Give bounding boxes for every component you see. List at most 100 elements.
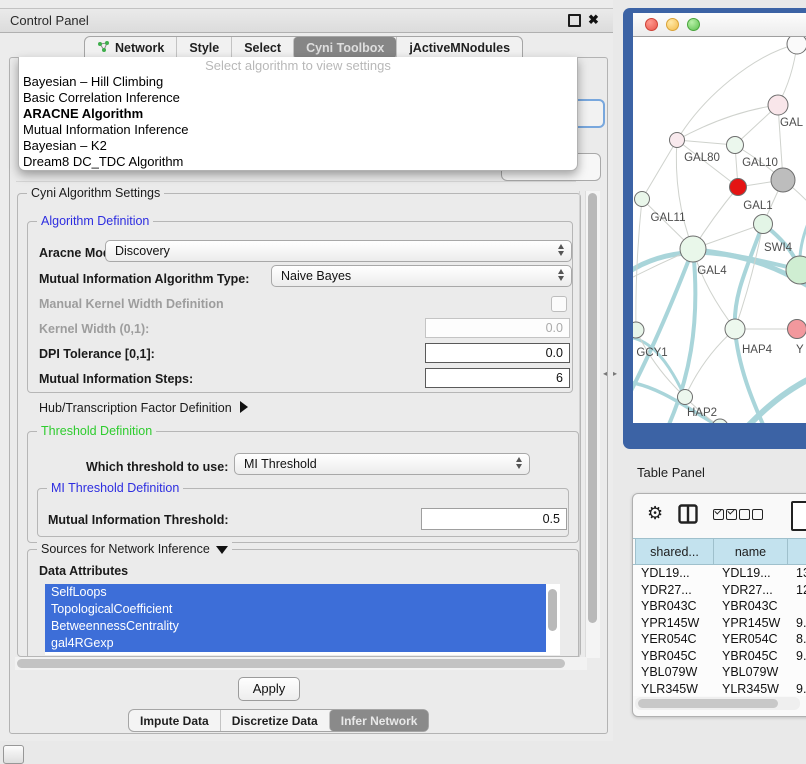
splitter-collapse-icon[interactable]: ◂	[603, 369, 607, 378]
network-node[interactable]	[754, 215, 773, 234]
gear-icon[interactable]: ⚙	[647, 503, 663, 524]
column-header-shared[interactable]: shared...	[635, 539, 714, 564]
restore-panel-icon[interactable]	[3, 745, 24, 764]
attribute-item-betweennesscentrality[interactable]: BetweennessCentrality	[45, 618, 546, 635]
network-node[interactable]	[786, 256, 806, 284]
new-table-icon[interactable]	[791, 501, 806, 531]
table-cell: YBR043C	[714, 598, 788, 615]
table-row[interactable]: YDL19...YDL19...13	[633, 565, 806, 582]
scrollbar-thumb[interactable]	[17, 659, 565, 668]
close-panel-icon[interactable]: ✖	[588, 11, 599, 28]
algorithm-option-bayesian-hill-climbing[interactable]: Bayesian – Hill Climbing	[19, 74, 577, 90]
table-row[interactable]: YBL079WYBL079W	[633, 664, 806, 681]
panel-title: Control Panel	[0, 13, 89, 28]
table-panel-titlebar: Table Panel	[620, 457, 806, 487]
collapsed-arrow-icon	[240, 401, 248, 413]
tab-select[interactable]: Select	[231, 37, 293, 59]
network-node[interactable]	[788, 320, 806, 339]
mi-steps-input[interactable]: 6	[425, 368, 570, 388]
network-node[interactable]	[678, 390, 693, 405]
tab-label: Select	[244, 41, 281, 55]
close-window-icon[interactable]	[645, 18, 658, 31]
apply-button[interactable]: Apply	[238, 677, 300, 701]
network-canvas[interactable]: GALGAL80GAL10GAL1GAL11SWI4GAL4HAP4YGCY1H…	[633, 37, 806, 423]
table-row[interactable]: YBR045CYBR045C9.	[633, 648, 806, 665]
manual-kernel-width-checkbox[interactable]	[551, 296, 567, 312]
mi-threshold-label: Mutual Information Threshold:	[48, 513, 229, 527]
tab-network[interactable]: Network	[85, 37, 176, 59]
node-label-gal11: GAL11	[651, 212, 686, 224]
network-node[interactable]	[725, 319, 745, 339]
hub-definition-toggle[interactable]: Hub/Transcription Factor Definition	[39, 401, 248, 415]
column-header-a[interactable]: A	[788, 539, 806, 564]
network-node[interactable]	[712, 419, 728, 423]
attribute-item-gal4rgexp[interactable]: gal4RGexp	[45, 635, 546, 652]
table-row[interactable]: YER054CYER054C8.	[633, 631, 806, 648]
table-row[interactable]: YBR043CYBR043C	[633, 598, 806, 615]
expanded-arrow-icon	[216, 546, 228, 554]
aracne-mode-combobox[interactable]: Discovery	[105, 240, 572, 262]
table-row[interactable]: YLR345WYLR345W9.	[633, 681, 806, 697]
node-label-y: Y	[796, 344, 804, 356]
settings-horizontal-scrollbar[interactable]	[15, 657, 587, 670]
network-edge	[693, 249, 735, 329]
tab-cyni-toolbox[interactable]: Cyni Toolbox	[293, 37, 396, 59]
algorithm-option-aracne-algorithm[interactable]: ARACNE Algorithm	[19, 106, 577, 122]
select-all-icon[interactable]	[713, 509, 737, 520]
mi-threshold-input[interactable]: 0.5	[421, 508, 567, 530]
mi-algorithm-type-combobox[interactable]: Naive Bayes	[271, 265, 572, 287]
network-node[interactable]	[635, 192, 650, 207]
network-node[interactable]	[787, 37, 806, 54]
tab-label: Cyni Toolbox	[306, 41, 384, 55]
tab-discretize-data[interactable]: Discretize Data	[220, 710, 329, 731]
table-horizontal-scrollbar[interactable]	[635, 697, 800, 710]
tab-infer-network[interactable]: Infer Network	[329, 710, 429, 731]
table-row[interactable]: YDR27...YDR27...12	[633, 582, 806, 599]
algorithm-option-mutual-information-inference[interactable]: Mutual Information Inference	[19, 122, 577, 138]
zoom-window-icon[interactable]	[687, 18, 700, 31]
table-panel: ⚙ shared...nameA YDL19...YDL19...13YDR27…	[632, 493, 806, 717]
content-edge	[579, 191, 580, 657]
data-attributes-label: Data Attributes	[39, 564, 128, 578]
table-row[interactable]: YPR145WYPR145W9.	[633, 615, 806, 632]
network-node[interactable]	[633, 322, 644, 338]
table-header-row: shared...nameA	[633, 538, 806, 565]
network-graph[interactable]: GALGAL80GAL10GAL1GAL11SWI4GAL4HAP4YGCY1H…	[633, 37, 806, 423]
splitter-expand-icon[interactable]: ▸	[613, 369, 617, 378]
table-cell: YER054C	[633, 631, 714, 648]
data-attributes-list[interactable]: SelfLoopsTopologicalCoefficientBetweenne…	[45, 584, 560, 655]
network-node[interactable]	[670, 133, 685, 148]
scrollbar-thumb[interactable]	[638, 699, 778, 708]
table-cell	[788, 664, 806, 681]
deselect-all-icon[interactable]	[739, 509, 763, 520]
node-label-hap4: HAP4	[742, 344, 773, 356]
float-panel-icon[interactable]	[568, 14, 581, 27]
tab-impute-data[interactable]: Impute Data	[129, 710, 220, 731]
scrollbar-thumb[interactable]	[588, 193, 597, 623]
tab-jactivemnodules[interactable]: jActiveMNodules	[396, 37, 522, 59]
network-node[interactable]	[727, 137, 744, 154]
which-threshold-combobox[interactable]: MI Threshold	[234, 453, 530, 475]
table-body: YDL19...YDL19...13YDR27...YDR27...12YBR0…	[633, 565, 806, 696]
node-label-gcy1: GCY1	[636, 347, 667, 359]
table-cell: YBR043C	[633, 598, 714, 615]
network-node[interactable]	[680, 236, 706, 262]
algorithm-option-dream8-dc-tdc-algorithm[interactable]: Dream8 DC_TDC Algorithm	[19, 154, 577, 170]
sources-toggle[interactable]: Sources for Network Inference	[37, 542, 232, 556]
attribute-item-selfloops[interactable]: SelfLoops	[45, 584, 546, 601]
sources-title: Sources for Network Inference	[41, 542, 210, 556]
network-node[interactable]	[730, 179, 747, 196]
column-header-name[interactable]: name	[714, 539, 788, 564]
kernel-width-input[interactable]: 0.0	[425, 318, 570, 338]
list-scrollbar[interactable]	[548, 589, 557, 631]
minimize-window-icon[interactable]	[666, 18, 679, 31]
network-node[interactable]	[771, 168, 795, 192]
dpi-tolerance-input[interactable]: 0.0	[425, 343, 570, 363]
algorithm-option-bayesian-k2[interactable]: Bayesian – K2	[19, 138, 577, 154]
tab-style[interactable]: Style	[176, 37, 231, 59]
network-node[interactable]	[768, 95, 788, 115]
settings-vertical-scrollbar[interactable]	[585, 191, 600, 658]
attribute-item-topologicalcoefficient[interactable]: TopologicalCoefficient	[45, 601, 546, 618]
algorithm-option-basic-correlation-inference[interactable]: Basic Correlation Inference	[19, 90, 577, 106]
columns-icon[interactable]	[678, 504, 698, 529]
